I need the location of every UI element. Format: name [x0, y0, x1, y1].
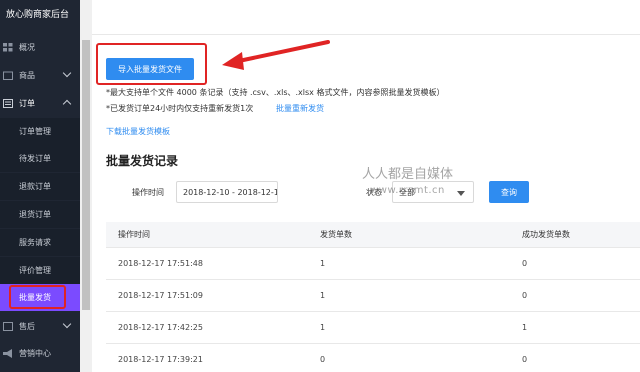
- cell-time: 2018-12-17 17:42:25: [118, 323, 203, 332]
- batch-ship-highlight: [9, 285, 66, 309]
- brand-title: 放心购商家后台: [6, 10, 70, 20]
- table-row: 2018-12-17 17:51:48 1 0: [106, 248, 640, 280]
- sidebar-scroll-thumb[interactable]: [82, 40, 90, 310]
- divider: [92, 34, 640, 35]
- chevron-down-icon: [62, 68, 72, 78]
- col-header-count: 发货单数: [320, 230, 352, 239]
- batch-resend-link[interactable]: 批量重新发货: [276, 103, 324, 114]
- sidebar-item-label: 服务请求: [19, 238, 51, 247]
- grid-icon: [3, 42, 13, 52]
- sidebar-item-label: 退货订单: [19, 210, 51, 219]
- cell-time: 2018-12-17 17:39:21: [118, 355, 203, 364]
- cell-count: 1: [320, 291, 326, 300]
- table-row: 2018-12-17 17:42:25 1 1: [106, 312, 640, 344]
- cell-count: 1: [320, 259, 326, 268]
- sidebar-item-label: 营销中心: [19, 348, 51, 358]
- list-icon: [3, 98, 13, 108]
- sidebar: 放心购商家后台 概况 商品 订单 订单管理 待发订单 退款订单 退货订单 服务请…: [0, 0, 92, 372]
- resend-limit-note: *已发货订单24小时内仅支持重新发货1次: [106, 104, 254, 113]
- download-template-link[interactable]: 下载批量发货模板: [106, 126, 170, 137]
- cell-count: 1: [320, 323, 326, 332]
- caret-down-icon: [457, 191, 465, 196]
- sidebar-item-label: 概况: [19, 42, 35, 52]
- sidebar-subitem-order-management[interactable]: 订单管理: [0, 118, 80, 145]
- chevron-up-icon: [62, 99, 72, 109]
- sidebar-item-orders[interactable]: 订单: [0, 92, 80, 114]
- sidebar-item-label: 评价管理: [19, 266, 51, 275]
- date-range-input[interactable]: 2018-12-10 - 2018-12-17: [176, 181, 278, 203]
- cell-success: 0: [522, 259, 528, 268]
- col-header-time: 操作时间: [118, 230, 150, 239]
- box-icon: [3, 71, 13, 80]
- sidebar-item-label: 订单: [19, 98, 35, 108]
- sidebar-item-label: 待发订单: [19, 154, 51, 163]
- sidebar-item-aftersales[interactable]: 售后: [0, 315, 80, 337]
- watermark: 人人都是自媒体 www.rrzmt.cn: [362, 166, 453, 197]
- watermark-line2: www.rrzmt.cn: [370, 184, 445, 196]
- table-header: 操作时间 发货单数 成功发货单数: [106, 222, 640, 248]
- sidebar-subitem-reviews[interactable]: 评价管理: [0, 257, 80, 284]
- cell-success: 1: [522, 323, 528, 332]
- table-row: 2018-12-17 17:39:21 0 0: [106, 344, 640, 372]
- cell-success: 0: [522, 355, 528, 364]
- main-content: 导入批量发货文件 *最大支持单个文件 4000 条记录（支持 .csv、.xls…: [92, 0, 640, 372]
- file-limit-note: *最大支持单个文件 4000 条记录（支持 .csv、.xls、.xlsx 格式…: [106, 88, 445, 97]
- cell-time: 2018-12-17 17:51:09: [118, 291, 203, 300]
- sidebar-subitem-pending[interactable]: 待发订单: [0, 145, 80, 172]
- sidebar-subitem-refund[interactable]: 退款订单: [0, 173, 80, 200]
- sidebar-subitem-service[interactable]: 服务请求: [0, 229, 80, 256]
- table-row: 2018-12-17 17:51:09 1 0: [106, 280, 640, 312]
- sidebar-subitem-return[interactable]: 退货订单: [0, 201, 80, 228]
- sidebar-item-marketing[interactable]: 营销中心: [0, 342, 80, 364]
- import-batch-ship-file-button[interactable]: 导入批量发货文件: [106, 58, 194, 80]
- cell-count: 0: [320, 355, 326, 364]
- sidebar-item-label: 商品: [19, 70, 35, 80]
- sidebar-item-label: 订单管理: [19, 127, 51, 136]
- sidebar-item-label: 售后: [19, 321, 35, 331]
- return-icon: [3, 321, 13, 331]
- cell-success: 0: [522, 291, 528, 300]
- records-table: 操作时间 发货单数 成功发货单数 2018-12-17 17:51:48 1 0…: [106, 222, 640, 372]
- cell-time: 2018-12-17 17:51:48: [118, 259, 203, 268]
- time-label: 操作时间: [132, 188, 164, 197]
- watermark-line1: 人人都是自媒体: [362, 167, 454, 182]
- col-header-success: 成功发货单数: [522, 230, 570, 239]
- sidebar-item-overview[interactable]: 概况: [0, 36, 80, 58]
- query-button[interactable]: 查询: [489, 181, 529, 203]
- sidebar-item-products[interactable]: 商品: [0, 64, 80, 86]
- section-title: 批量发货记录: [106, 154, 179, 168]
- red-arrow-annotation: [222, 40, 330, 70]
- megaphone-icon: [3, 348, 13, 358]
- chevron-down-icon: [62, 319, 72, 329]
- sidebar-item-label: 退款订单: [19, 182, 51, 191]
